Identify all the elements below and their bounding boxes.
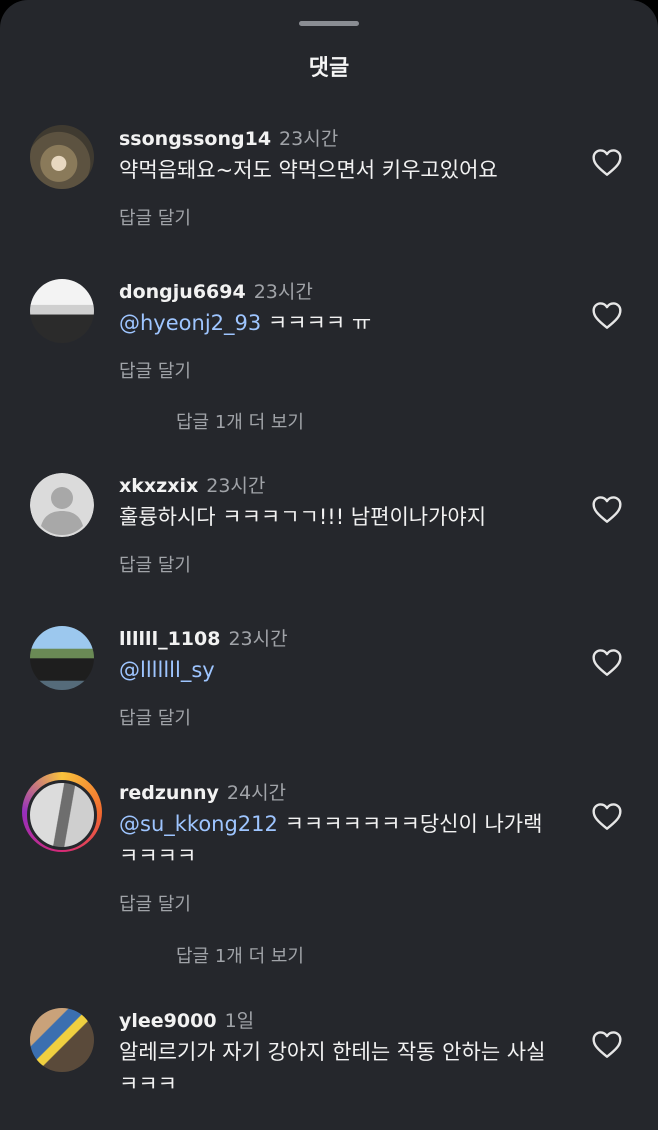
drag-handle[interactable] — [299, 21, 359, 26]
comment-body: 약먹음돼요~저도 약먹으면서 키우고있어요 — [119, 158, 498, 182]
comment-time: 23시간 — [228, 628, 288, 650]
comment-text: 알레르기가 자기 강아지 한테는 작동 안하는 사실 ㅋㅋㅋ — [119, 1036, 559, 1100]
reply-button[interactable]: 답글 달기 — [119, 204, 191, 230]
heart-outline-icon[interactable] — [591, 1029, 623, 1059]
comment-text: 약먹음돼요~저도 약먹으면서 키우고있어요 — [119, 154, 559, 186]
comment-username[interactable]: redzunny — [119, 782, 219, 804]
comment-body: 알레르기가 자기 강아지 한테는 작동 안하는 사실 ㅋㅋㅋ — [119, 1040, 546, 1096]
avatar[interactable] — [27, 780, 97, 850]
comment-time: 23시간 — [206, 475, 266, 497]
reply-button[interactable]: 답글 달기 — [119, 357, 191, 383]
comments-sheet: 댓글 ssongssong14 23시간 약먹음돼요~저도 약먹으면서 키우고있어… — [0, 0, 658, 1130]
reply-button[interactable]: 답글 달기 — [119, 890, 191, 916]
heart-outline-icon[interactable] — [591, 801, 623, 831]
heart-outline-icon[interactable] — [591, 494, 623, 524]
avatar[interactable] — [30, 626, 94, 690]
heart-outline-icon[interactable] — [591, 647, 623, 677]
comment-text: 훌륭하시다 ㅋㅋㅋㄱㄱ!!! 남편이나가야지 — [119, 501, 559, 533]
default-avatar-icon[interactable] — [30, 473, 94, 537]
view-more-replies-button[interactable]: 답글 1개 더 보기 — [176, 942, 304, 968]
comment-time: 24시간 — [226, 782, 287, 804]
comment-time: 1일 — [224, 1010, 255, 1032]
heart-outline-icon[interactable] — [591, 147, 623, 177]
comment-mention[interactable]: @hyeonj2_93 — [119, 311, 261, 335]
comment-time: 23시간 — [279, 128, 339, 150]
comment-username[interactable]: llllll_1108 — [119, 628, 220, 650]
reply-button[interactable]: 답글 달기 — [119, 551, 191, 577]
heart-outline-icon[interactable] — [591, 300, 623, 330]
avatar[interactable] — [30, 279, 94, 343]
avatar[interactable] — [30, 1008, 94, 1072]
comment-body: ㅋㅋㅋㅋ ㅠ — [261, 311, 372, 335]
comment-mention[interactable]: @lllllll_sy — [119, 658, 215, 682]
comment-username[interactable]: ssongssong14 — [119, 128, 271, 150]
comment-time: 23시간 — [253, 281, 313, 303]
comment-username[interactable]: xkxzxix — [119, 475, 198, 497]
comment-body: 훌륭하시다 ㅋㅋㅋㄱㄱ!!! 남편이나가야지 — [119, 505, 487, 529]
comment-text: @su_kkong212 ㅋㅋㅋㅋㅋㅋㅋ당신이 나가랙ㅋㅋㅋㅋ — [119, 808, 559, 872]
comment-mention[interactable]: @su_kkong212 — [119, 812, 278, 836]
comment-username[interactable]: dongju6694 — [119, 281, 246, 303]
comment-text: @hyeonj2_93 ㅋㅋㅋㅋ ㅠ — [119, 307, 559, 339]
comment-username[interactable]: ylee9000 — [119, 1010, 217, 1032]
comment-text: @lllllll_sy — [119, 654, 559, 686]
view-more-replies-button[interactable]: 답글 1개 더 보기 — [176, 408, 304, 434]
avatar[interactable] — [30, 125, 94, 189]
sheet-title: 댓글 — [308, 56, 350, 81]
reply-button[interactable]: 답글 달기 — [119, 704, 191, 730]
